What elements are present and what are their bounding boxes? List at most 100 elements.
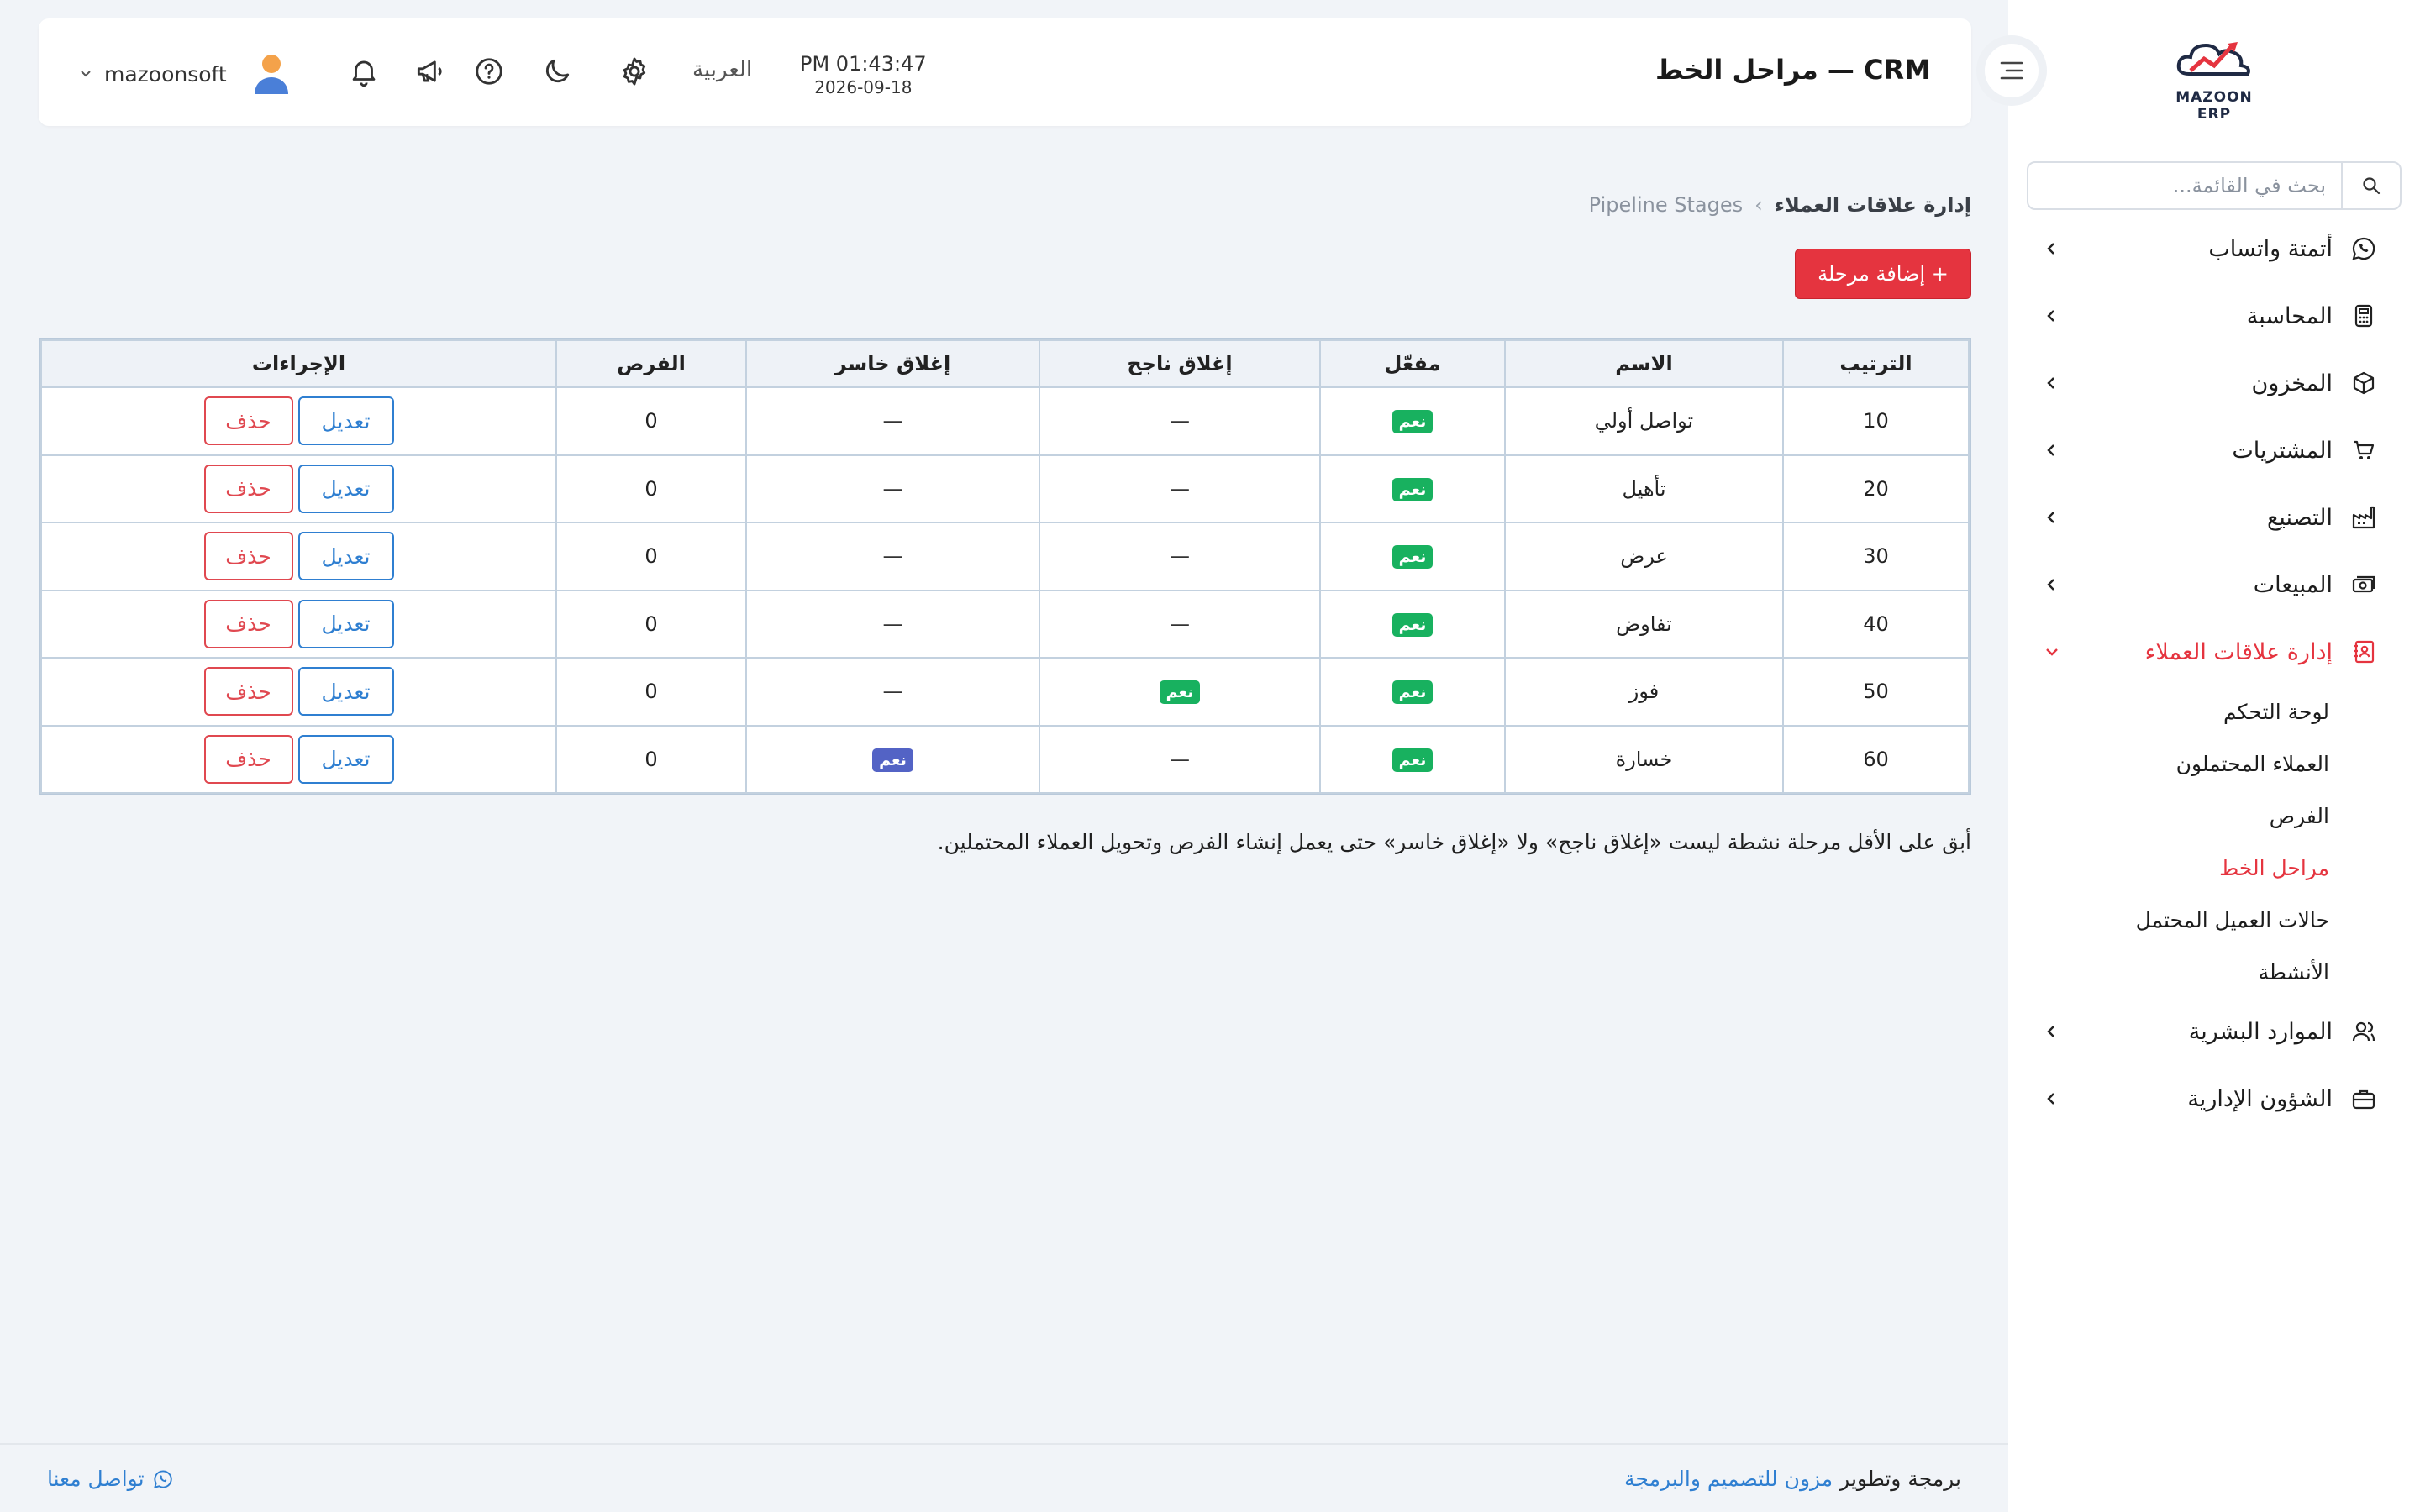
empty-dash: — [882, 680, 903, 704]
sidebar-item-label: المحاسبة [2246, 302, 2333, 329]
delete-button[interactable]: حذف [203, 734, 293, 784]
cell-order: 60 [1782, 724, 1970, 794]
delete-button[interactable]: حذف [203, 599, 293, 648]
table-row: 60 خسارة نعم — نعم 0 تعديل حذف [40, 724, 1970, 794]
subnav-item-leads[interactable]: العملاء المحتملون [2008, 738, 2420, 790]
cell-opportunities: 0 [555, 522, 747, 591]
cart-icon [2349, 436, 2378, 465]
contact-us-label: تواصل معنا [47, 1467, 145, 1491]
column-header-opportunities[interactable]: الفرص [555, 339, 747, 388]
footer-credit-link[interactable]: مزون للتصميم والبرمجة [1624, 1467, 1833, 1491]
chevron-left-icon [2042, 1089, 2062, 1109]
sidebar-item-sales[interactable]: المبيعات [2008, 551, 2420, 618]
announcements-button[interactable] [410, 52, 449, 91]
subnav-item-activities[interactable]: الأنشطة [2008, 946, 2420, 998]
column-header-order[interactable]: الترتيب [1782, 339, 1970, 388]
dark-mode-toggle[interactable] [538, 52, 576, 91]
money-icon [2349, 570, 2378, 599]
subnav-item-pipeline-stages[interactable]: مراحل الخط [2008, 842, 2420, 894]
subnav-item-lead-statuses[interactable]: حالات العميل المحتمل [2008, 894, 2420, 946]
sidebar-search-input[interactable] [2028, 163, 2341, 208]
edit-button[interactable]: تعديل [297, 532, 394, 581]
breadcrumb-current: Pipeline Stages [1588, 193, 1744, 217]
delete-button[interactable]: حذف [203, 464, 293, 513]
empty-dash: — [1170, 409, 1190, 433]
table-row: 50 فوز نعم نعم — 0 تعديل حذف [40, 657, 1970, 727]
cell-active: نعم [1319, 589, 1506, 659]
sidebar-toggle-button[interactable] [1976, 35, 2047, 106]
cell-active: نعم [1319, 724, 1506, 794]
cell-won: — [1039, 454, 1321, 523]
empty-dash: — [1170, 747, 1190, 771]
delete-button[interactable]: حذف [203, 667, 293, 717]
subnav-item-dashboard[interactable]: لوحة التحكم [2008, 685, 2420, 738]
cell-name: فوز [1504, 657, 1784, 727]
edit-button[interactable]: تعديل [297, 667, 394, 717]
breadcrumb-separator: › [1754, 193, 1763, 217]
chevron-left-icon [2042, 1021, 2062, 1042]
column-header-name[interactable]: الاسم [1504, 339, 1784, 388]
delete-button[interactable]: حذف [203, 532, 293, 581]
notifications-button[interactable] [345, 52, 383, 91]
column-header-won[interactable]: إغلاق ناجح [1039, 339, 1321, 388]
column-header-active[interactable]: مفعّل [1319, 339, 1506, 388]
status-badge: نعم [1392, 612, 1434, 637]
search-button[interactable] [2341, 163, 2400, 208]
empty-dash: — [882, 612, 903, 636]
empty-dash: — [1170, 476, 1190, 501]
empty-dash: — [1170, 544, 1190, 569]
status-badge: نعم [1392, 477, 1434, 501]
sidebar-item-accounting[interactable]: المحاسبة [2008, 282, 2420, 349]
cell-lost: — [745, 657, 1040, 727]
sidebar-item-hr[interactable]: الموارد البشرية [2008, 998, 2420, 1065]
megaphone-icon [417, 60, 442, 82]
edit-button[interactable]: تعديل [297, 734, 394, 784]
moon-icon [545, 59, 570, 83]
cell-opportunities: 0 [555, 724, 747, 794]
breadcrumb-root[interactable]: إدارة علاقات العملاء [1775, 193, 1971, 217]
help-button[interactable] [470, 52, 508, 91]
cell-lost: — [745, 522, 1040, 591]
cell-order: 10 [1782, 386, 1970, 456]
cell-opportunities: 0 [555, 386, 747, 456]
sidebar-item-label: الشؤون الإدارية [2187, 1085, 2333, 1112]
language-switch[interactable]: العربية [692, 57, 752, 82]
footer-credit-prefix: برمجة وتطوير [1839, 1467, 1961, 1491]
sidebar-item-whatsapp[interactable]: أتمتة واتساب [2008, 215, 2420, 282]
contact-us-link[interactable]: تواصل معنا [47, 1467, 173, 1491]
box-icon [2349, 369, 2378, 397]
edit-button[interactable]: تعديل [297, 599, 394, 648]
cell-active: نعم [1319, 657, 1506, 727]
column-header-lost[interactable]: إغلاق خاسر [745, 339, 1040, 388]
brand-logo[interactable]: MAZOON ERP [2160, 34, 2269, 123]
sidebar-item-admin-affairs[interactable]: الشؤون الإدارية [2008, 1065, 2420, 1132]
edit-button[interactable]: تعديل [297, 464, 394, 513]
calculator-icon [2349, 302, 2378, 330]
settings-button[interactable] [615, 52, 654, 91]
cell-actions: تعديل حذف [40, 522, 557, 591]
table-row: 10 تواصل أولي نعم — — 0 تعديل حذف [40, 386, 1970, 456]
sidebar-item-label: إدارة علاقات العملاء [2144, 638, 2333, 665]
delete-button[interactable]: حذف [203, 396, 293, 446]
sidebar-search [2027, 161, 2402, 210]
empty-dash: — [882, 476, 903, 501]
sidebar-item-crm[interactable]: إدارة علاقات العملاء [2008, 618, 2420, 685]
user-menu[interactable]: mazoonsoft [79, 52, 291, 96]
sidebar-item-manufacturing[interactable]: التصنيع [2008, 484, 2420, 551]
logo-text: MAZOON ERP [2175, 89, 2253, 123]
subnav-item-opportunities[interactable]: الفرص [2008, 790, 2420, 842]
edit-button[interactable]: تعديل [297, 396, 394, 446]
contacts-icon [2349, 638, 2378, 666]
sidebar-item-purchases[interactable]: المشتريات [2008, 417, 2420, 484]
empty-dash: — [1170, 612, 1190, 636]
chevron-left-icon [2042, 373, 2062, 393]
sidebar-item-inventory[interactable]: المخزون [2008, 349, 2420, 417]
add-stage-button[interactable]: + إضافة مرحلة [1795, 249, 1971, 299]
chevron-left-icon [2042, 306, 2062, 326]
cell-won: — [1039, 386, 1321, 456]
table-row: 30 عرض نعم — — 0 تعديل حذف [40, 522, 1970, 591]
help-icon [476, 58, 502, 85]
cell-order: 20 [1782, 454, 1970, 523]
logo-cloud-icon [2176, 42, 2250, 76]
empty-dash: — [882, 544, 903, 569]
